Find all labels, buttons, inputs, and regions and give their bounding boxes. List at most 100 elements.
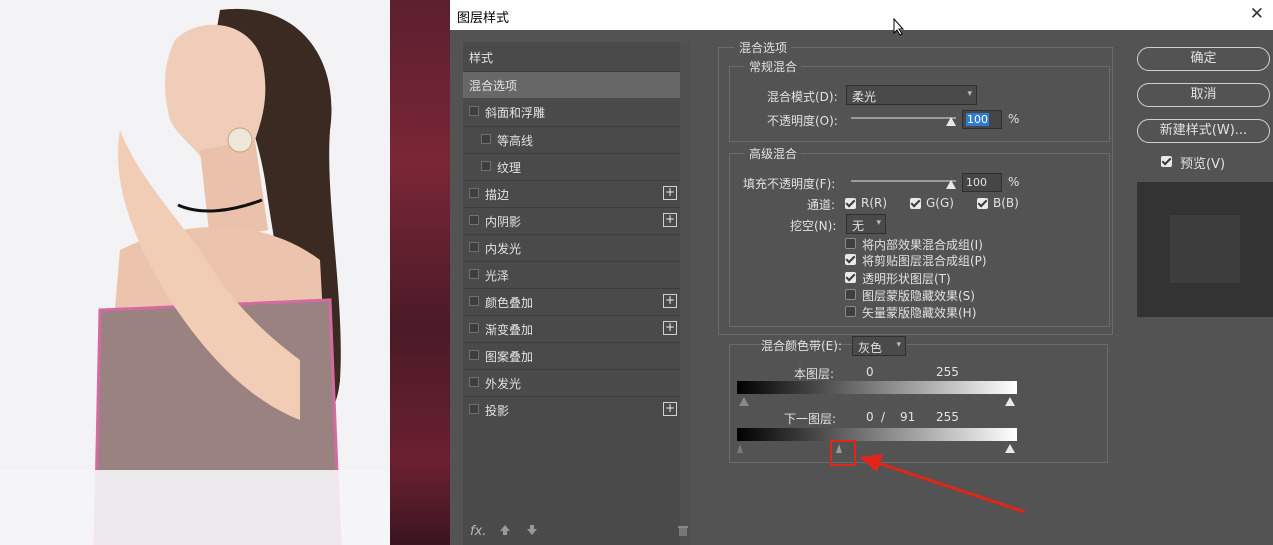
channels-label: 通道:	[807, 198, 836, 212]
channel-b-label: B(B)	[993, 196, 1019, 210]
add-drop-shadow-button[interactable]: +	[663, 402, 677, 416]
highlight-box	[830, 440, 856, 466]
preview-checkbox[interactable]	[1161, 156, 1172, 167]
canvas-photo	[0, 0, 390, 545]
underlying-layer-label: 下一图层:	[784, 412, 837, 426]
opacity-input[interactable]: 100	[962, 110, 1002, 129]
styles-header[interactable]: 样式	[469, 49, 493, 66]
blend-interior-effects-checkbox[interactable]	[845, 238, 856, 249]
add-color-overlay-button[interactable]: +	[663, 294, 677, 308]
style-item-contour[interactable]: 等高线	[463, 127, 683, 153]
style-item-inner-glow[interactable]: 内发光	[463, 235, 683, 261]
style-item-stroke[interactable]: 描边 +	[463, 181, 683, 207]
style-item-label: 内阴影	[485, 215, 522, 229]
texture-checkbox[interactable]	[481, 161, 491, 171]
color-overlay-checkbox[interactable]	[469, 296, 479, 306]
fx-icon[interactable]: fx.	[470, 524, 486, 539]
stroke-checkbox[interactable]	[469, 188, 479, 198]
drop-shadow-checkbox[interactable]	[469, 404, 479, 414]
underlying-layer-gradient[interactable]	[737, 428, 1017, 441]
move-up-icon[interactable]	[499, 524, 511, 539]
styles-list: 样式 混合选项 斜面和浮雕 等高线 纹理 描边 + 内阴影 + 内发光 光泽 颜…	[463, 42, 683, 545]
style-item-satin[interactable]: 光泽	[463, 262, 683, 288]
style-item-label: 光泽	[485, 269, 510, 283]
blend-clipped-layers-checkbox[interactable]	[845, 254, 856, 265]
opacity-slider-thumb[interactable]	[946, 117, 956, 126]
blend-if-select[interactable]: 灰色 ▾	[852, 336, 906, 356]
advanced-blending-title: 高级混合	[745, 145, 802, 162]
style-item-label: 混合选项	[469, 79, 518, 93]
inner-shadow-checkbox[interactable]	[469, 215, 479, 225]
pattern-overlay-checkbox[interactable]	[469, 350, 479, 360]
underlying-layer-high: 255	[936, 410, 959, 424]
opacity-slider[interactable]	[851, 117, 956, 119]
blend-mode-select[interactable]: 柔光 ▾	[846, 85, 977, 105]
dialog-titlebar: 图层样式 ✕	[450, 0, 1273, 30]
bevel-emboss-checkbox[interactable]	[469, 106, 479, 116]
close-icon[interactable]: ✕	[1250, 4, 1264, 24]
new-style-button[interactable]: 新建样式(W)...	[1137, 119, 1270, 143]
gradient-overlay-checkbox[interactable]	[469, 323, 479, 333]
fill-opacity-input[interactable]: 100	[962, 173, 1002, 192]
vector-mask-hides-checkbox[interactable]	[845, 306, 856, 317]
channel-b-checkbox[interactable]	[977, 198, 988, 209]
blend-mode-label: 混合模式(D):	[767, 90, 838, 104]
style-item-outer-glow[interactable]: 外发光	[463, 370, 683, 396]
style-item-drop-shadow[interactable]: 投影 +	[463, 397, 683, 423]
style-item-label: 图案叠加	[485, 350, 534, 364]
blend-mode-value: 柔光	[852, 90, 877, 104]
this-layer-high: 255	[936, 365, 959, 379]
chevron-down-icon: ▾	[876, 218, 881, 228]
add-gradient-overlay-button[interactable]: +	[663, 321, 677, 335]
layer-mask-hides-checkbox[interactable]	[845, 289, 856, 300]
channel-g-label: G(G)	[926, 196, 954, 210]
layer-style-dialog: 图层样式 ✕ 样式 混合选项 斜面和浮雕 等高线 纹理 描边 + 内阴影 + 内…	[450, 0, 1273, 545]
blend-clipped-layers-label: 将剪贴图层混合成组(P)	[862, 254, 987, 268]
trash-icon[interactable]	[677, 524, 689, 540]
style-item-inner-shadow[interactable]: 内阴影 +	[463, 208, 683, 234]
inner-glow-checkbox[interactable]	[469, 242, 479, 252]
fill-opacity-slider[interactable]	[851, 180, 956, 182]
preview-label: 预览(V)	[1180, 157, 1226, 172]
add-inner-shadow-button[interactable]: +	[663, 213, 677, 227]
contour-checkbox[interactable]	[481, 134, 491, 144]
style-item-label: 斜面和浮雕	[485, 106, 546, 120]
add-stroke-button[interactable]: +	[663, 186, 677, 200]
styles-footer: fx.	[463, 520, 688, 545]
opacity-value: 100	[966, 113, 989, 126]
style-item-texture[interactable]: 纹理	[463, 154, 683, 180]
style-item-label: 投影	[485, 404, 510, 418]
this-layer-label: 本图层:	[794, 367, 835, 381]
transparency-shapes-checkbox[interactable]	[845, 272, 856, 283]
style-item-color-overlay[interactable]: 颜色叠加 +	[463, 289, 683, 315]
fill-opacity-slider-thumb[interactable]	[946, 180, 956, 189]
this-layer-black-thumb[interactable]	[739, 397, 749, 406]
outer-glow-checkbox[interactable]	[469, 377, 479, 387]
move-down-icon[interactable]	[526, 524, 538, 539]
style-item-gradient-overlay[interactable]: 渐变叠加 +	[463, 316, 683, 342]
this-layer-gradient[interactable]	[737, 381, 1017, 394]
general-blending-title: 常规混合	[745, 58, 802, 75]
style-item-bevel-emboss[interactable]: 斜面和浮雕	[463, 99, 683, 125]
underlying-layer-black-left-thumb[interactable]	[737, 444, 743, 453]
blending-options-title: 混合选项	[735, 39, 792, 56]
fill-opacity-label: 填充不透明度(F):	[743, 177, 836, 191]
underlying-layer-low: 0	[866, 410, 874, 424]
knockout-value: 无	[852, 219, 865, 233]
ok-button[interactable]: 确定	[1137, 47, 1270, 71]
style-item-blending-options[interactable]: 混合选项	[463, 72, 683, 98]
style-item-pattern-overlay[interactable]: 图案叠加	[463, 343, 683, 369]
style-item-label: 渐变叠加	[485, 323, 534, 337]
styles-scrollbar[interactable]	[680, 42, 690, 545]
style-preview	[1137, 182, 1273, 317]
satin-checkbox[interactable]	[469, 269, 479, 279]
this-layer-white-thumb[interactable]	[1005, 397, 1015, 406]
cancel-button[interactable]: 取消	[1137, 83, 1270, 107]
knockout-select[interactable]: 无 ▾	[846, 214, 886, 234]
mouse-cursor-icon	[893, 17, 905, 39]
fill-opacity-unit: %	[1008, 175, 1020, 189]
channel-r-checkbox[interactable]	[845, 198, 856, 209]
channel-g-checkbox[interactable]	[910, 198, 921, 209]
style-item-label: 颜色叠加	[485, 296, 534, 310]
document-canvas-edge	[390, 0, 450, 545]
